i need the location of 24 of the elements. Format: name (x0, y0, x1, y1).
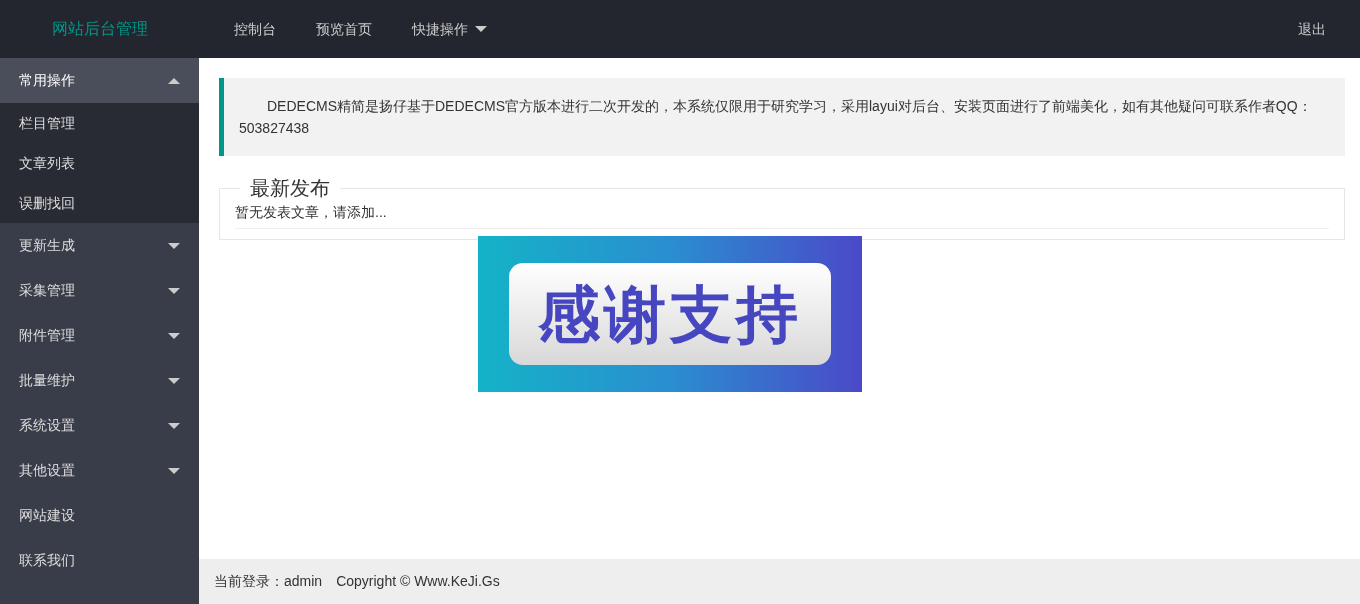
sidebar-group[interactable]: 系统设置 (0, 403, 199, 448)
sidebar-item[interactable]: 文章列表 (0, 143, 199, 183)
panel-legend: 最新发布 (240, 178, 340, 198)
site-logo-title: 网站后台管理 (51, 19, 149, 39)
sidebar-group[interactable]: 批量维护 (0, 358, 199, 403)
sidebar-item[interactable]: 联系我们 (0, 538, 199, 583)
nav-link[interactable]: 预览首页 (296, 18, 392, 40)
username: admin (284, 572, 323, 591)
sidebar-group[interactable]: 采集管理 (0, 268, 199, 313)
sidebar-group[interactable]: 常用操作 (0, 58, 199, 103)
sidebar-item[interactable]: 栏目管理 (0, 103, 199, 143)
copyright-text: Copyright © Www.KeJi.Gs (336, 572, 500, 591)
empty-message: 暂无发表文章，请添加... (235, 198, 1329, 229)
sidebar-group[interactable]: 更新生成 (0, 223, 199, 268)
sidebar-item[interactable]: 网站建设 (0, 493, 199, 538)
logout-link[interactable]: 退出 (1278, 18, 1346, 40)
login-label: 当前登录： (214, 572, 284, 591)
sidebar-group[interactable]: 其他设置 (0, 448, 199, 493)
sidebar-group[interactable]: 附件管理 (0, 313, 199, 358)
nav-link[interactable]: 控制台 (214, 18, 296, 40)
nav-link[interactable]: 快捷操作 (392, 18, 507, 40)
notice-text: DEDECMS精简是扬仔基于DEDECMS官方版本进行二次开发的，本系统仅限用于研究学习，采用layui对后台、安装页面进行了前端美化，如有其他疑问可联系作者QQ：503827438 (219, 78, 1345, 156)
sidebar-item[interactable]: 误删找回 (0, 183, 199, 223)
banner-text: 感谢支持 (509, 263, 831, 365)
